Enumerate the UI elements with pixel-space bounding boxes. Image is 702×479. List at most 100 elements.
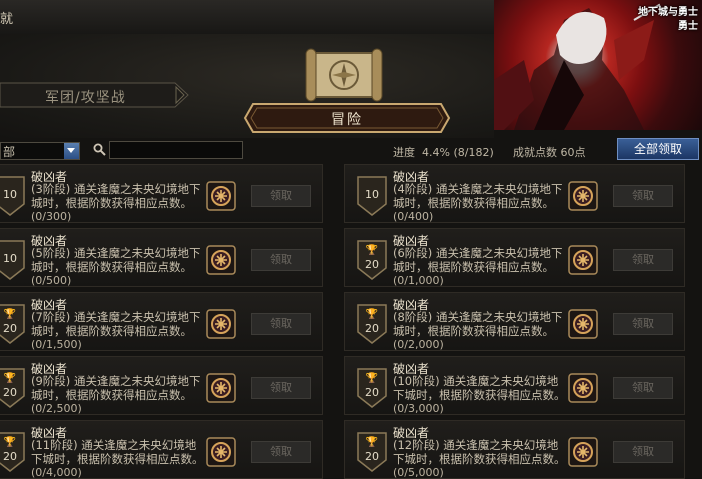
medal-points: 10 [3,252,17,265]
claim-button[interactable]: 领取 [251,313,311,335]
window-title: 就 [0,12,14,27]
achievement-count: (0/300) [31,210,72,223]
medal-badge: 🏆 20 [0,368,25,408]
claim-button[interactable]: 领取 [251,377,311,399]
achievement-card: 🏆 20 破凶者 (11阶段) 通关逢魔之未央幻境地下城时，根据阶数获得相应点数。 (0… [0,420,323,479]
title-bar: 就 [0,0,494,35]
filter-bar: 部 进度 4.4% (8/182) 成就点数 60点 全部领取 [0,138,702,164]
medal-badge: 10 [357,176,387,216]
dungeon-emblem-icon [568,309,598,339]
achievement-card: 🏆 20 破凶者 (6阶段) 通关逢魔之未央幻境地下城时，根据阶数获得相应点数。 (0/… [344,228,685,287]
achievement-desc: (5阶段) 通关逢魔之未央幻境地下城时，根据阶数获得相应点数。 [31,246,201,274]
dungeon-emblem-icon [568,181,598,211]
achievement-count: (0/500) [31,274,72,287]
achievement-card: 🏆 20 破凶者 (12阶段) 通关逢魔之未央幻境地下城时，根据阶数获得相应点数。 (0… [344,420,685,479]
medal-points: 20 [3,386,17,399]
dungeon-emblem-icon [206,373,236,403]
achievement-count: (0/1,500) [31,338,82,351]
achievement-desc: (11阶段) 通关逢魔之未央幻境地下城时，根据阶数获得相应点数。 [31,438,204,466]
achievement-count: (0/400) [393,210,434,223]
dungeon-emblem-icon [206,309,236,339]
trophy-icon: 🏆 [365,437,379,448]
achievement-count: (0/2,500) [31,402,82,415]
claim-button[interactable]: 领取 [251,185,311,207]
logo-line2: 勇士 [678,21,698,32]
claim-button[interactable]: 领取 [613,441,673,463]
trophy-icon: 🏆 [365,373,379,384]
dungeon-emblem-icon [568,437,598,467]
tab-legion[interactable]: 军团/攻坚战 [0,82,190,108]
achievement-card: 10 破凶者 (4阶段) 通关逢魔之未央幻境地下城时，根据阶数获得相应点数。 (0/4… [344,164,685,223]
promo-banner[interactable]: 地下城与勇士 勇士 [494,0,702,130]
achievement-list: 10 破凶者 (3阶段) 通关逢魔之未央幻境地下城时，根据阶数获得相应点数。 (0/3… [0,164,702,479]
achievement-count: (0/3,000) [393,402,444,415]
achievement-card: 10 破凶者 (5阶段) 通关逢魔之未央幻境地下城时，根据阶数获得相应点数。 (0/5… [0,228,323,287]
medal-points: 10 [365,188,379,201]
trophy-icon: 🏆 [3,309,17,320]
search-input[interactable] [109,141,243,159]
search-icon [93,143,106,156]
medal-points: 20 [3,450,17,463]
achievement-desc: (4阶段) 通关逢魔之未央幻境地下城时，根据阶数获得相应点数。 [393,182,563,210]
claim-all-button[interactable]: 全部领取 [617,138,699,160]
achievement-card: 🏆 20 破凶者 (9阶段) 通关逢魔之未央幻境地下城时，根据阶数获得相应点数。 (0/… [0,356,323,415]
dungeon-emblem-icon [206,437,236,467]
tab-adventure[interactable]: 冒险 [243,102,451,134]
medal-badge: 10 [0,240,25,280]
trophy-icon: 🏆 [3,437,17,448]
medal-points: 10 [3,188,17,201]
claim-button[interactable]: 领取 [251,441,311,463]
achievement-card: 🏆 20 破凶者 (7阶段) 通关逢魔之未央幻境地下城时，根据阶数获得相应点数。 (0/… [0,292,323,351]
medal-points: 20 [365,322,379,335]
achievement-count: (0/2,000) [393,338,444,351]
progress-label: 进度 [393,146,415,159]
scroll-compass-icon [305,48,383,102]
claim-button[interactable]: 领取 [613,185,673,207]
achievement-desc: (6阶段) 通关逢魔之未央幻境地下城时，根据阶数获得相应点数。 [393,246,563,274]
medal-badge: 🏆 20 [0,432,25,472]
dungeon-emblem-icon [206,181,236,211]
tab-legion-label: 军团/攻坚战 [45,90,126,106]
dungeon-emblem-icon [568,373,598,403]
achievement-count: (0/4,000) [31,466,82,479]
achievement-desc: (12阶段) 通关逢魔之未央幻境地下城时，根据阶数获得相应点数。 [393,438,566,466]
medal-badge: 🏆 20 [0,304,25,344]
achievement-card: 🏆 20 破凶者 (8阶段) 通关逢魔之未央幻境地下城时，根据阶数获得相应点数。 (0/… [344,292,685,351]
medal-badge: 🏆 20 [357,304,387,344]
achievement-points: 成就点数 60点 [513,146,586,159]
trophy-icon: 🏆 [365,309,379,320]
achievement-card: 🏆 20 破凶者 (10阶段) 通关逢魔之未央幻境地下城时，根据阶数获得相应点数。 (0… [344,356,685,415]
claim-button[interactable]: 领取 [613,249,673,271]
dropdown-value: 部 [3,145,16,159]
tab-adventure-label: 冒险 [331,112,363,128]
achievement-card: 10 破凶者 (3阶段) 通关逢魔之未央幻境地下城时，根据阶数获得相应点数。 (0/3… [0,164,323,223]
game-logo: 地下城与勇士 勇士 [638,6,698,34]
achievement-desc: (7阶段) 通关逢魔之未央幻境地下城时，根据阶数获得相应点数。 [31,310,201,338]
achievement-desc: (9阶段) 通关逢魔之未央幻境地下城时，根据阶数获得相应点数。 [31,374,201,402]
medal-points: 20 [365,386,379,399]
claim-button[interactable]: 领取 [613,377,673,399]
achievement-desc: (10阶段) 通关逢魔之未央幻境地下城时，根据阶数获得相应点数。 [393,374,566,402]
medal-badge: 🏆 20 [357,368,387,408]
medal-badge: 10 [0,176,25,216]
claim-button[interactable]: 领取 [251,249,311,271]
progress-count: (8/182) [453,146,494,159]
category-dropdown[interactable]: 部 [0,142,80,160]
medal-badge: 🏆 20 [357,432,387,472]
chevron-down-icon[interactable] [64,143,79,159]
progress-text: 进度 4.4% (8/182) [393,144,494,160]
trophy-icon: 🏆 [365,245,379,256]
medal-badge: 🏆 20 [357,240,387,280]
medal-points: 20 [365,258,379,271]
claim-button[interactable]: 领取 [613,313,673,335]
logo-line1: 地下城与勇士 [638,7,698,18]
achievement-count: (0/5,000) [393,466,444,479]
dungeon-emblem-icon [568,245,598,275]
dungeon-emblem-icon [206,245,236,275]
medal-points: 20 [3,322,17,335]
achievement-count: (0/1,000) [393,274,444,287]
medal-points: 20 [365,450,379,463]
achievement-desc: (8阶段) 通关逢魔之未央幻境地下城时，根据阶数获得相应点数。 [393,310,563,338]
achievement-desc: (3阶段) 通关逢魔之未央幻境地下城时，根据阶数获得相应点数。 [31,182,201,210]
progress-percent: 4.4% [422,146,450,159]
